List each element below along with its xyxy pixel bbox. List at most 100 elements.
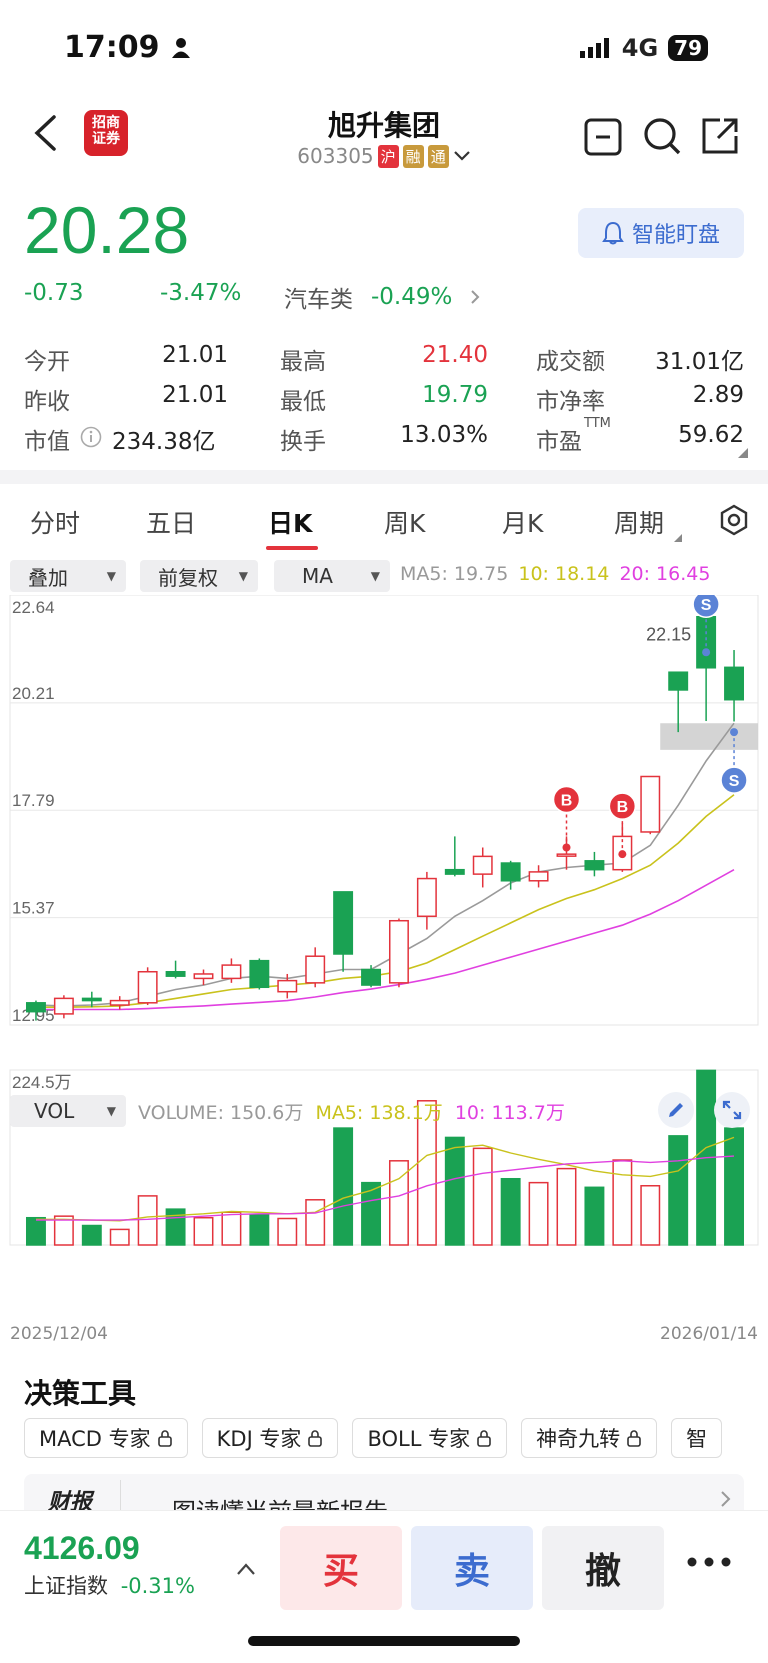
date-end: 2026/01/14	[660, 1324, 758, 1344]
caret-down-icon: ▼	[238, 569, 248, 583]
info-icon[interactable]	[80, 426, 102, 448]
candle-body	[640, 775, 661, 833]
tab-monthly-k[interactable]: 月K	[502, 504, 543, 540]
signal-letter: B	[561, 792, 573, 809]
volume-bar	[333, 1127, 354, 1246]
status-right: 4G 79	[579, 34, 708, 62]
stats-row-3: 市值 234.38亿 换手 13.03% 市盈 TTM 59.62	[24, 416, 744, 455]
candle-body	[249, 959, 270, 989]
volume-bar	[137, 1195, 158, 1246]
volume-bar	[221, 1211, 242, 1246]
bell-icon	[602, 221, 624, 245]
tool-more[interactable]: 智	[671, 1418, 723, 1458]
candle-body	[388, 919, 409, 984]
candle-body	[556, 853, 577, 857]
candle-body	[53, 997, 74, 1015]
share-icon[interactable]	[700, 116, 740, 156]
candle-body	[444, 868, 465, 875]
smart-watch-button[interactable]: 智能盯盘	[578, 208, 744, 258]
chevron-right-icon	[471, 290, 480, 304]
tool-boll[interactable]: BOLL 专家	[352, 1418, 508, 1458]
signal-dot	[562, 843, 571, 852]
more-icon[interactable]	[686, 1556, 732, 1568]
index-name-row[interactable]: 上证指数 -0.31%	[24, 1570, 195, 1600]
tab-daily-k[interactable]: 日K	[268, 504, 312, 540]
chevron-up-icon[interactable]	[236, 1562, 256, 1576]
person-icon	[171, 38, 190, 58]
lock-icon	[308, 1430, 323, 1447]
signal-letter: S	[701, 597, 712, 614]
tab-five-day[interactable]: 五日	[146, 504, 196, 540]
settings-icon[interactable]	[718, 504, 750, 536]
buy-button[interactable]: 买	[280, 1526, 402, 1610]
amount-value: 31.01亿	[655, 349, 744, 375]
current-price: 20.28	[24, 193, 190, 267]
fullscreen-button[interactable]	[714, 1092, 750, 1128]
overlay-select[interactable]: 叠加 ▼	[10, 560, 126, 592]
candle-body	[500, 862, 521, 882]
tool-nine-turn[interactable]: 神奇九转	[521, 1418, 658, 1458]
volume-bar	[472, 1147, 493, 1246]
index-pct: -0.31%	[120, 1574, 195, 1598]
pb-value: 2.89	[692, 382, 744, 408]
volume-bar	[724, 1127, 745, 1246]
tab-weekly-k[interactable]: 周K	[384, 504, 425, 540]
tool-kdj[interactable]: KDJ 专家	[201, 1418, 339, 1458]
cancel-button[interactable]: 撤	[542, 1526, 664, 1610]
prev-close-value: 21.01	[162, 382, 228, 408]
index-value[interactable]: 4126.09	[24, 1530, 140, 1567]
volume-bar	[612, 1159, 633, 1246]
peak-price-label: 22.15	[646, 625, 691, 645]
volume-bar	[305, 1199, 326, 1246]
sell-button[interactable]: 卖	[411, 1526, 533, 1610]
volume-bar	[528, 1181, 549, 1246]
ma-legend: MA5: 19.75 10: 18.14 20: 16.45	[400, 563, 710, 585]
candle-body	[25, 1002, 46, 1013]
network-label: 4G	[621, 34, 659, 62]
home-indicator	[248, 1636, 520, 1646]
market-cap-value: 234.38亿	[112, 429, 216, 455]
indicator-select[interactable]: MA ▼	[274, 560, 390, 592]
signal-icon	[579, 38, 609, 58]
ma10-legend: 10: 18.14	[518, 563, 610, 585]
minimize-icon[interactable]	[584, 118, 622, 156]
volume-bar	[109, 1228, 130, 1246]
vol-select[interactable]: VOL ▼	[10, 1095, 126, 1127]
expand-corner-icon[interactable]	[738, 448, 748, 458]
expand-icon	[722, 1100, 742, 1120]
candle-body	[584, 860, 605, 871]
chevron-down-icon	[453, 151, 470, 161]
adjust-select[interactable]: 前复权 ▼	[140, 560, 258, 592]
ma20-legend: 20: 16.45	[619, 563, 711, 585]
tab-period[interactable]: 周期	[614, 504, 664, 540]
index-name: 上证指数	[24, 1574, 108, 1598]
tab-minute[interactable]: 分时	[30, 504, 80, 540]
search-icon[interactable]	[642, 116, 682, 156]
battery-icon: 79	[668, 35, 708, 61]
chevron-right-icon	[721, 1491, 731, 1507]
lock-icon	[627, 1430, 641, 1447]
tag-margin: 融	[402, 144, 424, 168]
tool-macd[interactable]: MACD 专家	[24, 1418, 188, 1458]
caret-down-icon: ▼	[106, 569, 116, 583]
pe-value: 59.62	[678, 422, 744, 448]
tag-sh: 沪	[377, 144, 399, 168]
signal-letter: B	[617, 799, 629, 816]
period-tabs: 分时 五日 日K 周K 月K 周期	[0, 490, 768, 550]
signal-dot	[730, 728, 739, 737]
tools-list: MACD 专家 KDJ 专家 BOLL 专家 神奇九转 智	[24, 1418, 723, 1458]
candle-body	[361, 968, 382, 986]
candle-body	[193, 973, 214, 980]
price-change-pct: -3.47%	[160, 280, 242, 306]
status-time: 17:09	[64, 30, 192, 65]
stats-row-1: 今开 21.01 最高 21.40 成交额 31.01亿	[24, 342, 744, 375]
candle-body	[137, 970, 158, 1004]
caret-down-icon: ▼	[370, 569, 380, 583]
signal-letter: S	[729, 773, 740, 790]
candle-body	[724, 666, 745, 701]
candle-body	[696, 615, 717, 669]
draw-button[interactable]	[658, 1092, 694, 1128]
date-start: 2025/12/04	[10, 1324, 108, 1344]
kline-chart[interactable]: 22.6420.2117.7915.3712.95 22.15B BSS 224.…	[0, 595, 768, 1325]
sector-link[interactable]: 汽车类 -0.49%	[284, 280, 480, 314]
